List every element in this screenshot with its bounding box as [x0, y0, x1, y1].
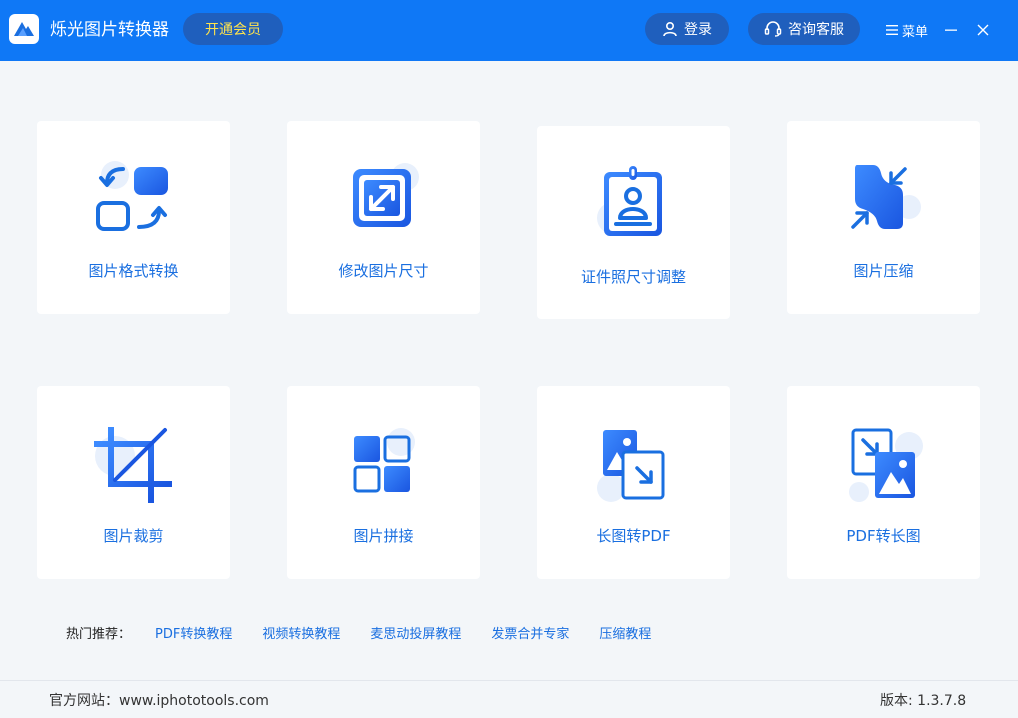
headset-icon	[764, 21, 782, 37]
resize-icon	[343, 161, 423, 241]
version-number: 1.3.7.8	[917, 693, 967, 709]
tool-card-image-to-pdf[interactable]: 长图转PDF	[537, 386, 730, 579]
menu-button[interactable]: 菜单	[886, 20, 928, 40]
menu-label: 菜单	[902, 24, 929, 40]
version-info: 版本: 1.3.7.8	[880, 690, 966, 710]
hot-link-pdf-tutorial[interactable]: PDF转换教程	[155, 623, 232, 642]
pdf-to-image-icon	[843, 426, 923, 506]
login-button[interactable]: 登录	[645, 13, 729, 45]
app-title: 烁光图片转换器	[50, 20, 169, 40]
compress-icon	[843, 161, 923, 241]
title-bar: 烁光图片转换器 开通会员 登录 咨询客服 菜单	[0, 0, 1018, 61]
hot-link-compress-tutorial[interactable]: 压缩教程	[599, 623, 651, 642]
user-icon	[663, 21, 677, 37]
service-label: 咨询客服	[788, 22, 844, 38]
tool-card-id-photo[interactable]: 证件照尺寸调整	[537, 126, 730, 319]
hot-link-video-tutorial[interactable]: 视频转换教程	[262, 623, 340, 642]
tool-label: 图片压缩	[853, 262, 914, 280]
footer-divider	[0, 680, 1018, 681]
login-label: 登录	[684, 22, 712, 38]
hot-link-invoice-merge[interactable]: 发票合并专家	[491, 623, 569, 642]
tool-label: 图片裁剪	[103, 527, 164, 545]
minimize-icon	[945, 29, 957, 31]
close-button[interactable]	[973, 20, 993, 40]
crop-icon	[93, 426, 173, 506]
tool-label: 图片拼接	[353, 527, 414, 545]
tool-card-crop[interactable]: 图片裁剪	[37, 386, 230, 579]
vip-button[interactable]: 开通会员	[183, 13, 283, 45]
hot-label: 热门推荐：	[66, 626, 132, 642]
image-to-pdf-icon	[593, 426, 673, 506]
hot-link-screencast-tutorial[interactable]: 麦思动投屏教程	[370, 623, 461, 642]
app-window: 烁光图片转换器 开通会员 登录 咨询客服 菜单 图片格式转换 修改图片尺寸 证件…	[0, 0, 1018, 718]
tool-label: PDF转长图	[846, 527, 921, 545]
tool-card-format-convert[interactable]: 图片格式转换	[37, 121, 230, 314]
site-label: 官方网站：	[49, 693, 119, 709]
id-photo-icon	[593, 164, 673, 244]
version-label: 版本:	[880, 693, 918, 709]
tool-label: 修改图片尺寸	[338, 262, 429, 280]
tool-label: 长图转PDF	[596, 527, 671, 545]
customer-service-button[interactable]: 咨询客服	[748, 13, 860, 45]
tool-label: 图片格式转换	[88, 262, 179, 280]
official-site: 官方网站：www.iphototools.com	[49, 690, 269, 710]
format-convert-icon	[93, 161, 173, 241]
minimize-button[interactable]	[941, 20, 961, 40]
hamburger-icon	[886, 25, 898, 35]
tool-label: 证件照尺寸调整	[580, 268, 686, 286]
stitch-icon	[343, 426, 423, 506]
tool-card-resize[interactable]: 修改图片尺寸	[287, 121, 480, 314]
tool-card-pdf-to-image[interactable]: PDF转长图	[787, 386, 980, 579]
app-logo	[9, 14, 39, 44]
site-url-link[interactable]: www.iphototools.com	[119, 693, 269, 709]
logo-mountain-icon	[14, 22, 34, 36]
hot-recommendations: 热门推荐： PDF转换教程 视频转换教程 麦思动投屏教程 发票合并专家 压缩教程	[66, 622, 681, 642]
tool-card-compress[interactable]: 图片压缩	[787, 121, 980, 314]
tool-card-stitch[interactable]: 图片拼接	[287, 386, 480, 579]
close-icon	[977, 24, 989, 36]
